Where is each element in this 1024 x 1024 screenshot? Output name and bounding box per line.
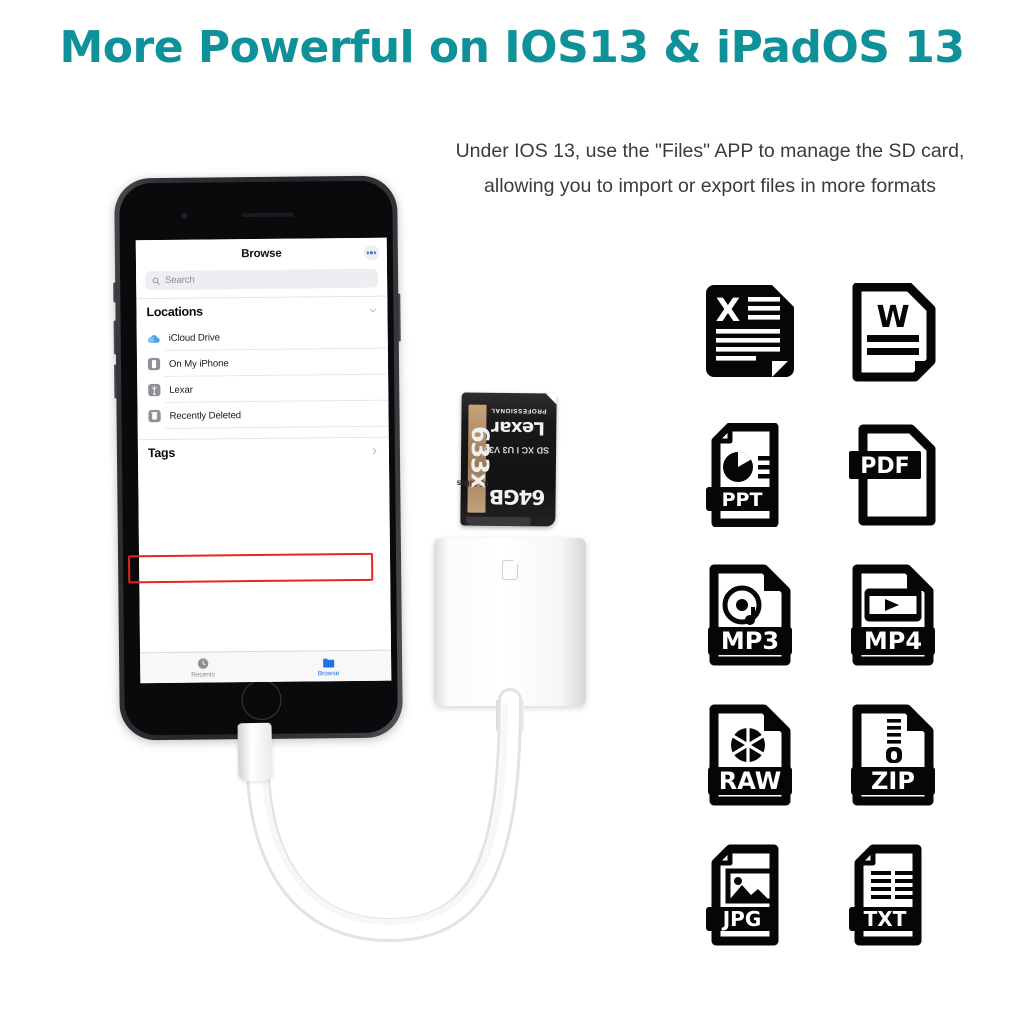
icloud-icon <box>147 331 161 346</box>
txt-file-icon: TXT <box>843 843 943 947</box>
svg-text:W: W <box>876 300 909 335</box>
svg-text:ZIP: ZIP <box>871 767 915 795</box>
search-input[interactable]: Search <box>145 268 379 291</box>
mp4-file-icon: MP4 <box>843 563 943 667</box>
location-label: iCloud Drive <box>168 331 220 344</box>
location-row-lexar[interactable]: Lexar <box>137 374 389 404</box>
svg-text:MP3: MP3 <box>720 627 778 655</box>
tab-label: Browse <box>317 670 340 678</box>
sd-card-notch <box>545 393 557 405</box>
svg-text:RAW: RAW <box>718 767 780 795</box>
file-format-icon-grid: X W PPT PDF MP3 MP4 RAW ZIP JPG TXT <box>692 283 950 947</box>
svg-text:PPT: PPT <box>721 489 762 511</box>
iphone-icon <box>147 357 161 372</box>
section-title-tags: Tags <box>147 445 176 461</box>
sd-memory-card: PROFESSIONAL Lexar SD XC I U3 V30 64GB 9… <box>457 392 557 527</box>
tab-label: Recents <box>191 671 215 679</box>
lightning-connector <box>237 722 273 782</box>
sd-card-reader-adapter <box>434 538 586 734</box>
tab-recents[interactable]: Recents <box>140 652 266 683</box>
excel-file-icon: X <box>700 283 800 387</box>
svg-text:JPG: JPG <box>720 907 761 931</box>
screen-empty-area <box>138 463 392 653</box>
svg-text:X: X <box>715 291 740 329</box>
usb-drive-icon <box>147 383 161 398</box>
adapter-cable-stem <box>496 700 524 734</box>
more-options-button[interactable] <box>363 245 379 261</box>
sd-card-specs-label: SD XC I U3 V30 <box>484 444 550 456</box>
phone-screen: Browse Search Locations iCloud Drive On … <box>135 237 392 684</box>
svg-text:TXT: TXT <box>863 907 906 931</box>
svg-text:MP4: MP4 <box>863 627 921 655</box>
earpiece-speaker <box>241 212 294 218</box>
section-title-locations: Locations <box>146 304 203 320</box>
volume-up-button[interactable] <box>113 320 117 355</box>
sd-card-brand-label: Lexar <box>491 416 546 439</box>
sd-card-rating-label: 633x <box>465 425 495 488</box>
folder-icon <box>321 655 335 669</box>
section-header-locations[interactable]: Locations <box>136 296 388 326</box>
location-label: Lexar <box>169 384 193 396</box>
clock-icon <box>196 657 210 671</box>
raw-file-icon: RAW <box>700 703 800 807</box>
svg-text:PDF: PDF <box>860 454 909 479</box>
tab-browse[interactable]: Browse <box>266 651 392 682</box>
sd-card-contacts <box>466 516 531 527</box>
section-header-tags[interactable]: Tags <box>137 437 390 467</box>
trash-icon <box>147 409 161 424</box>
chevron-right-icon <box>372 447 377 454</box>
subtitle-line-2: allowing you to import or export files i… <box>484 175 936 197</box>
location-label: On My iPhone <box>168 357 229 370</box>
zip-file-icon: ZIP <box>843 703 943 807</box>
search-placeholder: Search <box>165 274 195 286</box>
pdf-file-icon: PDF <box>843 423 943 527</box>
files-navbar: Browse <box>135 237 388 271</box>
sd-card-capacity-label: 64GB <box>489 484 546 510</box>
mp3-file-icon: MP3 <box>700 563 800 667</box>
iphone-device: Browse Search Locations iCloud Drive On … <box>113 175 403 741</box>
power-button[interactable] <box>397 293 401 342</box>
sd-card-professional-label: PROFESSIONAL <box>490 406 547 415</box>
search-container: Search <box>136 267 388 299</box>
home-button[interactable] <box>240 679 282 721</box>
subtitle-line-1: Under IOS 13, use the "Files" APP to man… <box>455 140 965 162</box>
front-camera-icon <box>180 212 187 219</box>
chevron-down-icon <box>369 308 377 312</box>
phone-bezel: Browse Search Locations iCloud Drive On … <box>119 180 398 736</box>
silent-switch[interactable] <box>113 282 117 303</box>
page-headline: More Powerful on IOS13 & iPadOS 13 <box>59 22 965 73</box>
page-subtitle: Under IOS 13, use the "Files" APP to man… <box>398 134 1022 204</box>
location-label: Recently Deleted <box>169 409 242 422</box>
search-icon <box>152 277 160 285</box>
sd-card-slot-icon <box>502 559 519 580</box>
location-row-icloud-drive[interactable]: iCloud Drive <box>136 322 388 352</box>
word-file-icon: W <box>843 283 943 387</box>
powerpoint-file-icon: PPT <box>700 423 800 527</box>
files-tabbar: Recents Browse <box>140 649 392 684</box>
location-row-on-my-iphone[interactable]: On My iPhone <box>136 348 389 378</box>
jpg-file-icon: JPG <box>700 843 800 947</box>
page-title: Browse <box>241 247 282 261</box>
location-row-recently-deleted[interactable]: Recently Deleted <box>137 400 389 430</box>
volume-down-button[interactable] <box>114 364 118 399</box>
